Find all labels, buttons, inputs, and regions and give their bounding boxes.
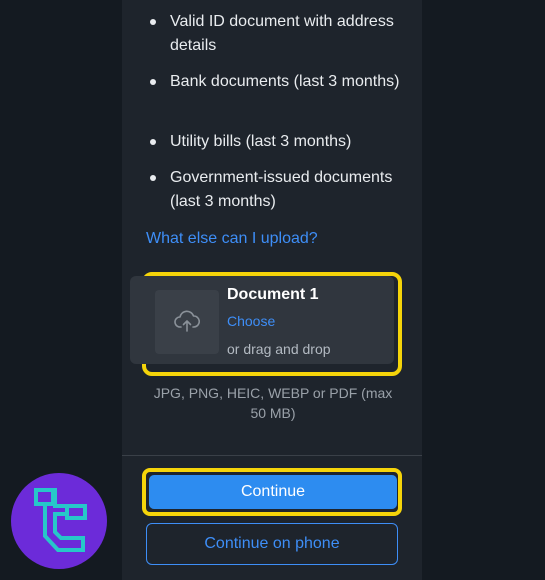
upload-thumbnail[interactable]: [155, 290, 219, 354]
brand-badge: [11, 473, 107, 569]
choose-file-link[interactable]: Choose: [227, 312, 275, 330]
drag-and-drop-hint: or drag and drop: [227, 341, 331, 357]
continue-button[interactable]: Continue: [149, 475, 397, 509]
list-item: Utility bills (last 3 months): [150, 130, 400, 154]
list-item: Valid ID document with address details: [150, 10, 400, 58]
verification-panel: Valid ID document with address details B…: [122, 0, 422, 580]
cloud-upload-icon: [174, 310, 200, 332]
document-title: Document 1: [227, 286, 319, 303]
divider: [122, 455, 422, 456]
continue-on-phone-button[interactable]: Continue on phone: [146, 523, 398, 565]
list-item: Bank documents (last 3 months): [150, 70, 400, 94]
what-else-can-i-upload-link[interactable]: What else can I upload?: [146, 227, 318, 251]
list-item: Government-issued documents (last 3 mont…: [150, 166, 400, 214]
accepted-formats-note: JPG, PNG, HEIC, WEBP or PDF (max 50 MB): [153, 385, 393, 421]
tc-logo-icon: [34, 488, 87, 552]
